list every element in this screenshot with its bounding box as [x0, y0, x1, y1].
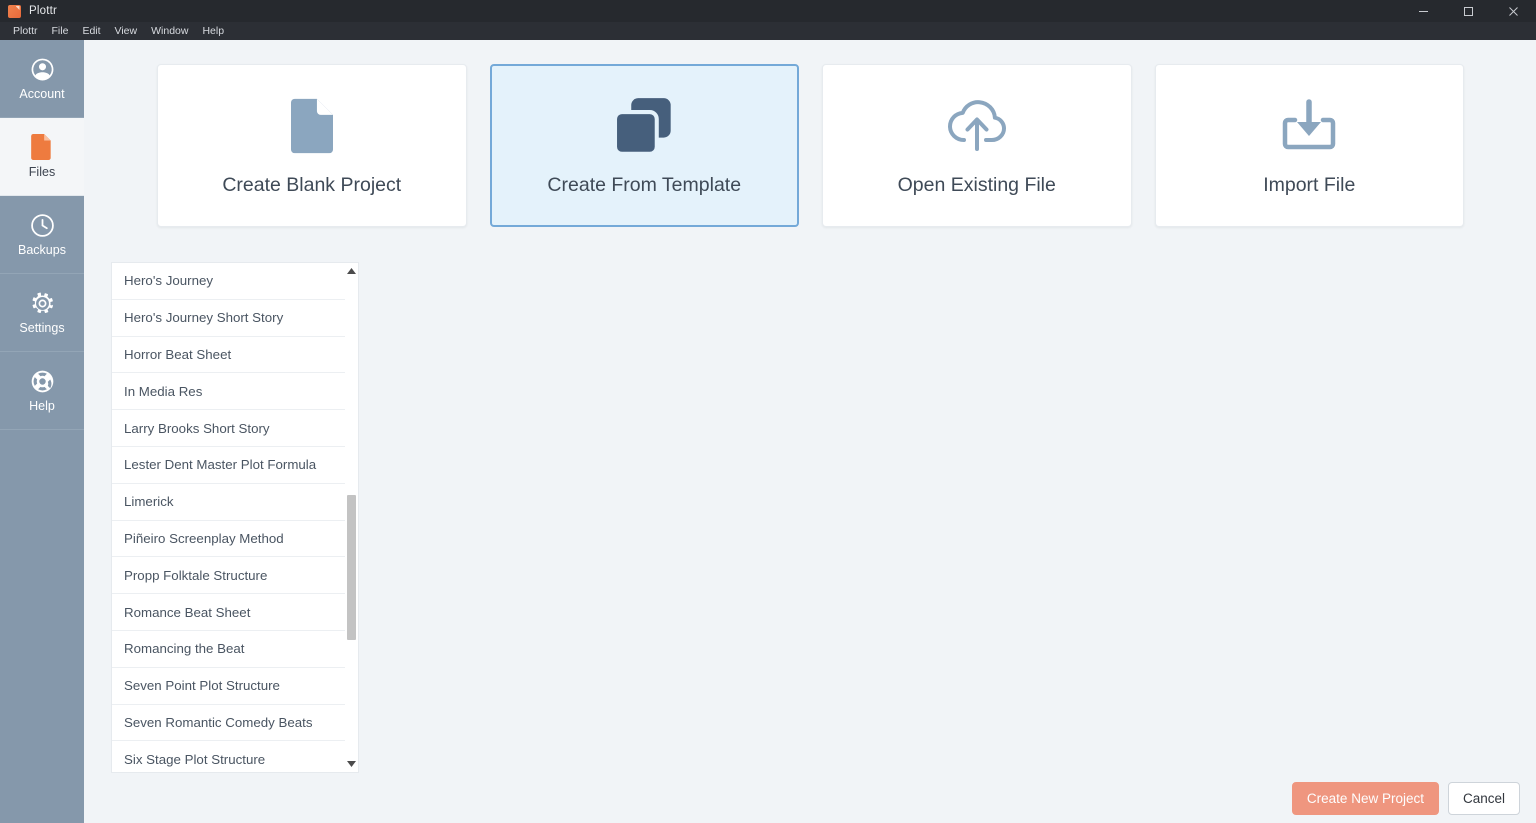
card-label: Create From Template	[547, 174, 742, 196]
caret-down-icon[interactable]	[345, 758, 358, 770]
main-content: Create Blank Project Create From Templat…	[84, 40, 1536, 823]
card-label: Create Blank Project	[222, 174, 402, 196]
menu-bar: Plottr File Edit View Window Help	[0, 22, 1536, 40]
title-bar-left: Plottr	[0, 4, 58, 18]
menu-item-plottr[interactable]: Plottr	[6, 22, 45, 40]
dialog-footer: Create New Project Cancel	[1291, 782, 1520, 815]
blank-document-icon	[280, 94, 344, 158]
clock-icon	[29, 212, 55, 238]
template-list[interactable]: Hero's Journey Hero's Journey Short Stor…	[111, 262, 345, 773]
sidebar: Account Files Backups Settings Help	[0, 40, 84, 823]
scrollbar-thumb[interactable]	[347, 495, 356, 640]
list-item[interactable]: In Media Res	[112, 373, 345, 411]
sidebar-item-label: Backups	[18, 243, 66, 258]
list-item[interactable]: Hero's Journey Short Story	[112, 300, 345, 337]
file-document-icon	[29, 134, 55, 161]
list-item[interactable]: Piñeiro Screenplay Method	[112, 521, 345, 558]
life-ring-icon	[29, 368, 55, 394]
card-label: Import File	[1263, 174, 1356, 196]
create-blank-project-card[interactable]: Create Blank Project	[157, 64, 467, 227]
sidebar-item-files[interactable]: Files	[0, 118, 84, 196]
list-item[interactable]: Six Stage Plot Structure	[112, 741, 345, 772]
copy-layers-icon	[612, 94, 676, 158]
cloud-upload-icon	[945, 94, 1009, 158]
plottr-logo-icon	[8, 4, 21, 18]
template-picker: Hero's Journey Hero's Journey Short Stor…	[111, 262, 385, 773]
list-item[interactable]: Romance Beat Sheet	[112, 594, 345, 631]
sidebar-item-label: Account	[19, 87, 65, 102]
template-list-scrollbar[interactable]	[345, 262, 359, 773]
list-item[interactable]: Lester Dent Master Plot Formula	[112, 447, 345, 484]
list-item[interactable]: Larry Brooks Short Story	[112, 410, 345, 447]
gear-icon	[29, 290, 55, 316]
maximize-icon[interactable]	[1446, 0, 1491, 22]
project-option-cards: Create Blank Project Create From Templat…	[157, 64, 1464, 227]
sidebar-item-backups[interactable]: Backups	[0, 196, 84, 274]
window-controls	[1401, 0, 1536, 22]
menu-item-help[interactable]: Help	[195, 22, 231, 40]
import-file-card[interactable]: Import File	[1154, 64, 1464, 227]
create-from-template-card[interactable]: Create From Template	[489, 64, 799, 227]
app-window: Plottr Plottr File Edit View Window Help	[0, 0, 1536, 823]
window-title: Plottr	[29, 5, 58, 17]
menu-item-file[interactable]: File	[45, 22, 76, 40]
create-new-project-button[interactable]: Create New Project	[1291, 782, 1439, 815]
card-label: Open Existing File	[897, 174, 1056, 196]
sidebar-item-label: Files	[28, 165, 56, 180]
list-item[interactable]: Seven Point Plot Structure	[112, 668, 345, 705]
list-item[interactable]: Hero's Journey	[112, 263, 345, 300]
title-bar: Plottr	[0, 0, 1536, 22]
list-item[interactable]: Limerick	[112, 484, 345, 521]
import-tray-icon	[1277, 94, 1341, 158]
menu-item-edit[interactable]: Edit	[75, 22, 107, 40]
minimize-icon[interactable]	[1401, 0, 1446, 22]
list-item[interactable]: Romancing the Beat	[112, 631, 345, 668]
list-item[interactable]: Seven Romantic Comedy Beats	[112, 705, 345, 742]
close-icon[interactable]	[1491, 0, 1536, 22]
sidebar-item-account[interactable]: Account	[0, 40, 84, 118]
caret-up-icon[interactable]	[345, 265, 358, 277]
list-item[interactable]: Horror Beat Sheet	[112, 337, 345, 374]
user-circle-icon	[29, 56, 55, 82]
menu-item-view[interactable]: View	[108, 22, 145, 40]
open-existing-file-card[interactable]: Open Existing File	[822, 64, 1132, 227]
sidebar-item-help[interactable]: Help	[0, 352, 84, 430]
menu-item-window[interactable]: Window	[144, 22, 195, 40]
list-item[interactable]: Propp Folktale Structure	[112, 557, 345, 595]
sidebar-item-label: Settings	[19, 321, 65, 336]
cancel-button[interactable]: Cancel	[1447, 782, 1520, 815]
sidebar-item-settings[interactable]: Settings	[0, 274, 84, 352]
sidebar-item-label: Help	[29, 399, 55, 414]
